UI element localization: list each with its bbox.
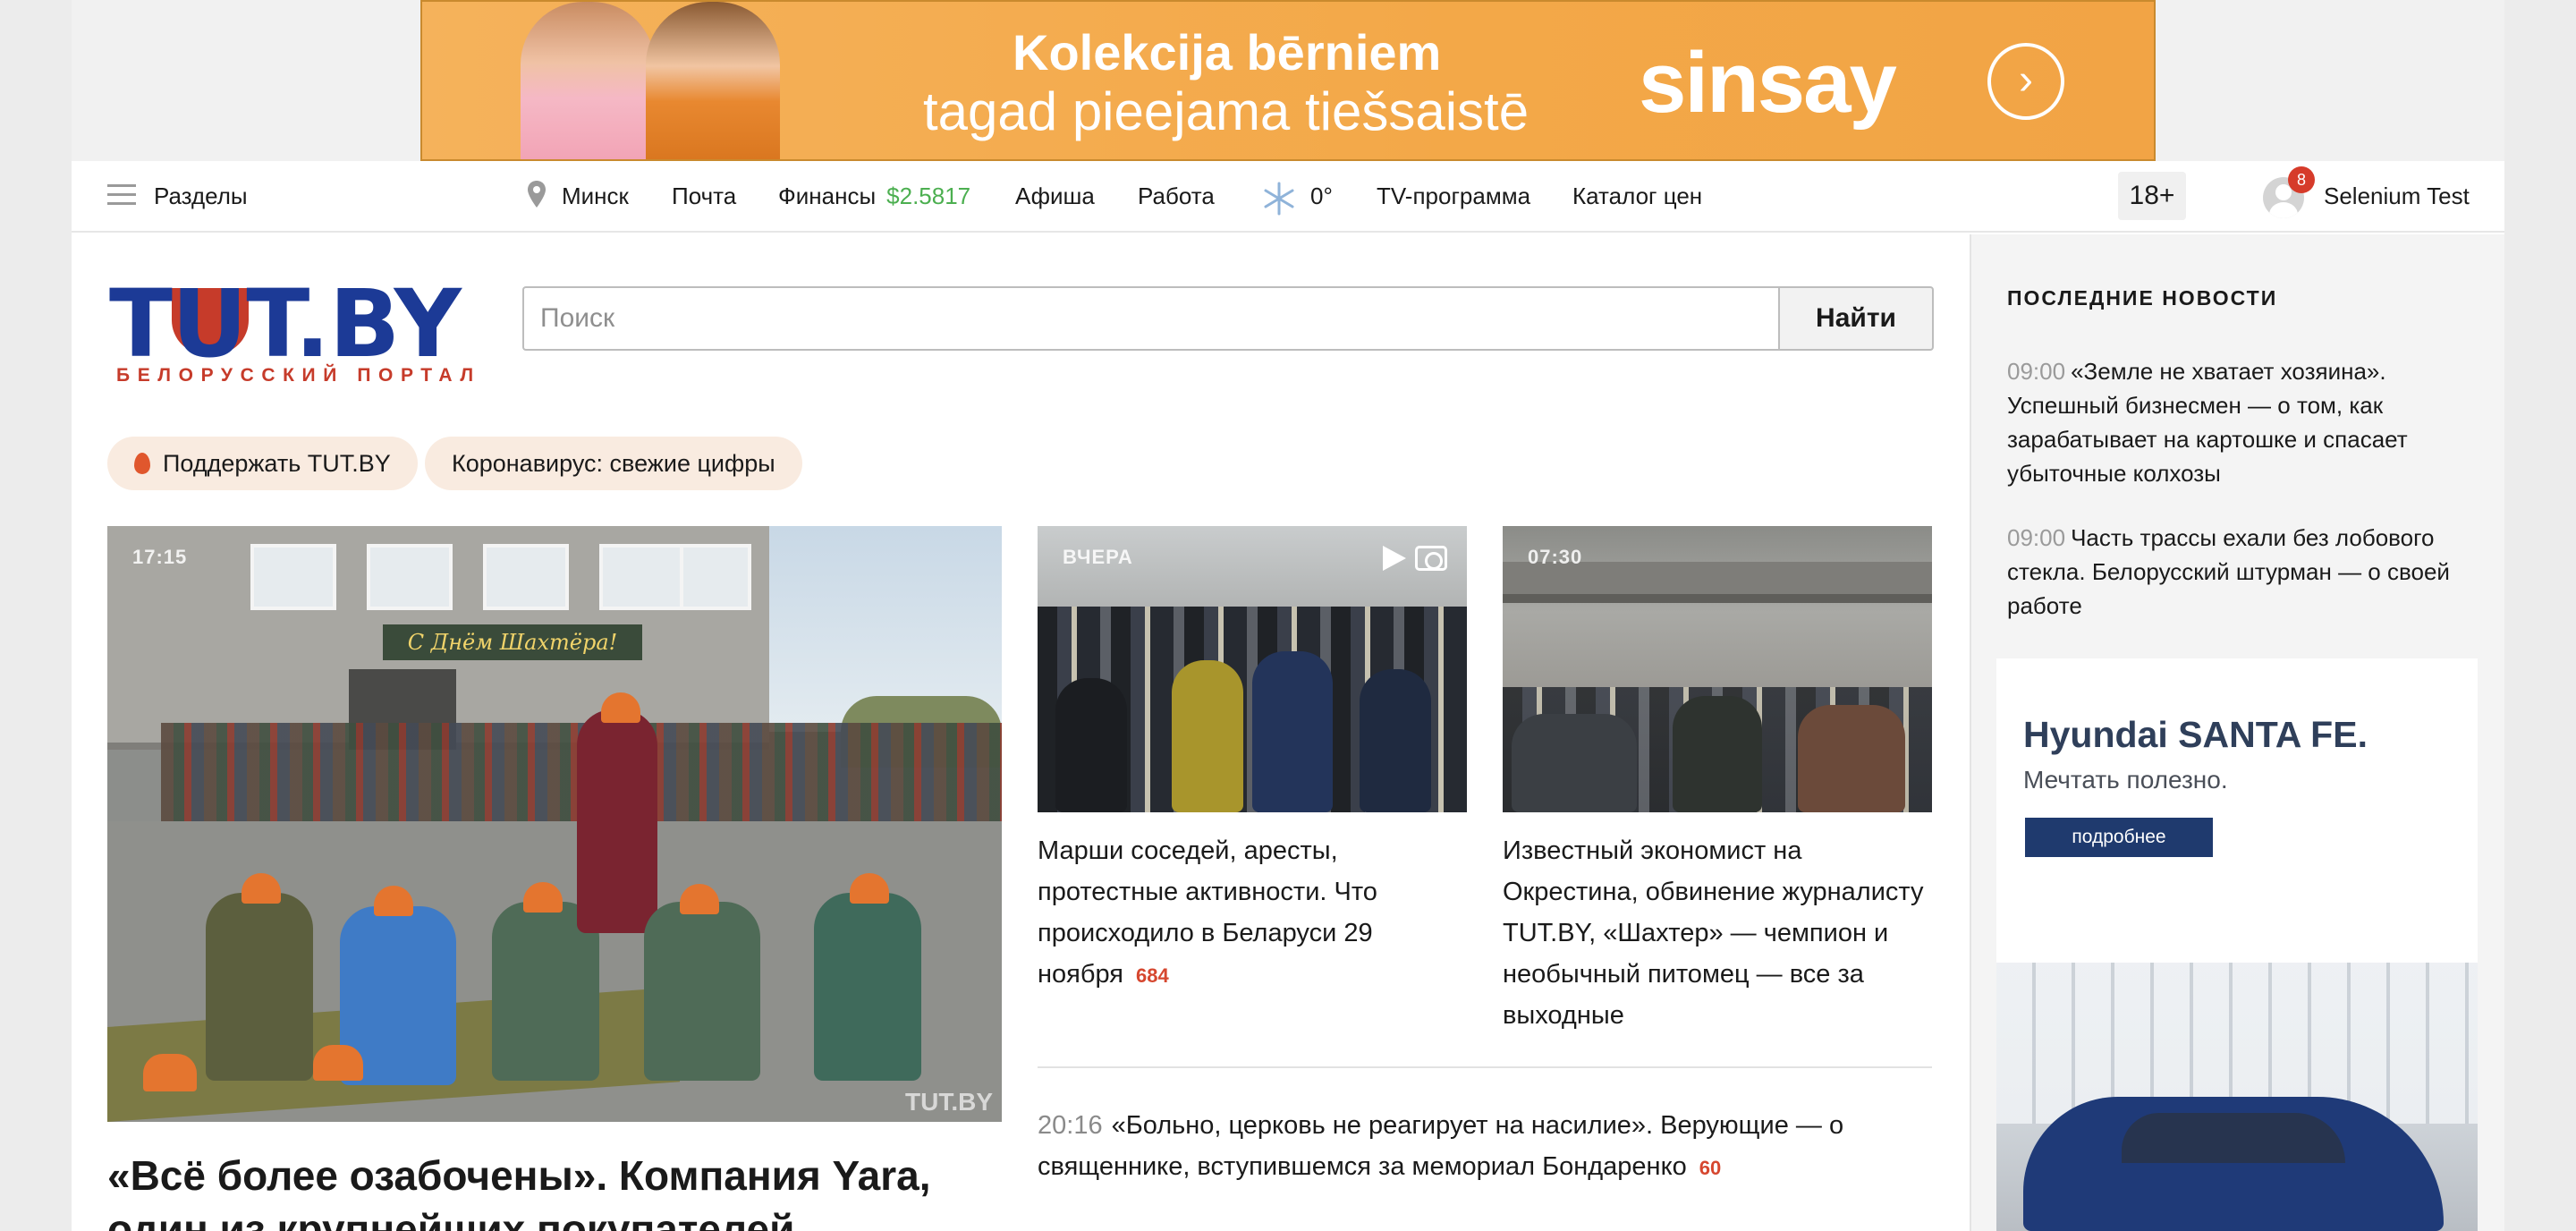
notification-count-badge[interactable]: 8 [2288, 166, 2315, 193]
photo-person [1172, 660, 1243, 812]
sidebar-news-time: 09:00 [2007, 524, 2066, 551]
card-headline: Марши соседей, аресты, протестные активн… [1038, 836, 1377, 989]
photo-camera-icon [1415, 546, 1447, 571]
news-headline: «Больно, церковь не реагирует на насилие… [1038, 1111, 1844, 1181]
nav-finance-label: Финансы [778, 183, 877, 209]
ad-car-subtitle: Мечтать полезно. [2023, 766, 2228, 794]
nav-price-catalog[interactable]: Каталог цен [1572, 161, 1702, 231]
photo-window [599, 544, 685, 610]
photo-worker [577, 709, 657, 933]
main-story-title[interactable]: «Всё более озабочены». Компания Yara, од… [107, 1149, 1002, 1231]
photo-sign: С Днём Шахтёра! [383, 624, 642, 660]
section-divider [1038, 1066, 1932, 1068]
chip-coronavirus[interactable]: Коронавирус: свежие цифры [425, 437, 802, 490]
card-time: 07:30 [1528, 546, 1583, 568]
nav-city[interactable]: Минск [562, 161, 629, 231]
main-story-time: 17:15 [132, 546, 188, 568]
top-banner-ad[interactable]: Kolekcija bērniem tagad pieejama tiešsai… [420, 0, 2156, 161]
photo-watermark: TUT.BY [905, 1088, 993, 1116]
photo-person [1055, 678, 1127, 812]
card-photo-weekend[interactable]: 07:30 [1503, 526, 1932, 812]
nav-finance[interactable]: Финансы $2.5817 [778, 161, 970, 231]
card-photo-marches[interactable]: ВЧЕРА [1038, 526, 1467, 812]
photo-window [680, 544, 751, 610]
nav-work[interactable]: Работа [1138, 161, 1215, 231]
top-ad-area: Kolekcija bērniem tagad pieejama tiešsai… [72, 0, 2504, 161]
comment-count: 60 [1699, 1157, 1722, 1179]
news-time: 20:16 [1038, 1111, 1103, 1140]
card-text-marches[interactable]: Марши соседей, аресты, протестные активн… [1038, 830, 1467, 997]
comment-count: 684 [1135, 964, 1169, 987]
card-text-weekend[interactable]: Известный экономист на Окрестина, обвине… [1503, 830, 1932, 1036]
flame-icon [134, 453, 150, 474]
page: Kolekcija bērniem tagad pieejama tiešsai… [72, 0, 2504, 1231]
chip-support-label: Поддержать TUT.BY [163, 450, 391, 477]
ad-kids-image [503, 2, 789, 159]
sidebar-news-headline: «Земле не хватает хозяина». Успешный биз… [2007, 358, 2408, 487]
search-button[interactable]: Найти [1778, 286, 1934, 351]
photo-person [1360, 669, 1431, 812]
nav-tv[interactable]: TV-программа [1377, 161, 1530, 231]
nav-afisha[interactable]: Афиша [1015, 161, 1095, 231]
photo-person [1673, 696, 1762, 812]
chip-coronavirus-label: Коронавирус: свежие цифры [452, 450, 775, 477]
ad-headline: Kolekcija bērniem [1013, 24, 1442, 81]
menu-icon[interactable] [107, 184, 136, 208]
ad-car-title: Hyundai SANTA FE. [2023, 714, 2368, 755]
sidebar-title: ПОСЛЕДНИЕ НОВОСТИ [2007, 286, 2278, 310]
ad-car-image [1996, 963, 2478, 1231]
photo-window [483, 544, 569, 610]
photo-person [1798, 705, 1905, 812]
photo-helmet [143, 1054, 197, 1091]
ad-details-button[interactable]: подробнее [2025, 818, 2213, 857]
site-logo[interactable]: TUT.BY БЕЛОРУССКИЙ ПОРТАЛ [109, 269, 485, 386]
ad-brand-logo: sinsay [1639, 35, 1897, 131]
top-navigation: Разделы Минск Почта Финансы $2.5817 Афиша… [72, 161, 2504, 233]
photo-person [1252, 651, 1333, 812]
photo-worker [644, 902, 760, 1081]
video-icon [1383, 546, 1406, 571]
ad-kid-girl [521, 2, 655, 159]
card-time: ВЧЕРА [1063, 546, 1133, 568]
ad-arrow-icon[interactable]: › [1987, 43, 2064, 120]
user-name[interactable]: Selenium Test [2324, 161, 2470, 231]
photo-building: С Днём Шахтёра! [107, 526, 769, 750]
snowflake-icon [1264, 182, 1294, 216]
card-headline: Известный экономист на Окрестина, обвине… [1503, 836, 1924, 1030]
location-pin-icon [528, 181, 546, 208]
photo-window [250, 544, 336, 610]
nav-mail[interactable]: Почта [672, 161, 736, 231]
photo-worker [206, 893, 313, 1081]
currency-rate: $2.5817 [886, 183, 971, 209]
age-rating-badge: 18+ [2118, 172, 2186, 220]
ad-car-window [2122, 1113, 2345, 1163]
photo-helmet [313, 1045, 363, 1081]
main-story-photo[interactable]: С Днём Шахтёра! 17:15 TUT.BY [107, 526, 1002, 1122]
sidebar-news-item[interactable]: 09:00 Часть трассы ехали без лобового сте… [2007, 521, 2472, 623]
news-item[interactable]: 20:16 «Больно, церковь не реагирует на на… [1038, 1105, 1896, 1189]
photo-car [1512, 714, 1637, 812]
sidebar-news-time: 09:00 [2007, 358, 2066, 385]
search-input[interactable] [522, 286, 1780, 351]
photo-worker [814, 893, 921, 1081]
sidebar-news-headline: Часть трассы ехали без лобового стекла. … [2007, 524, 2450, 619]
sidebar-car-ad[interactable]: Hyundai SANTA FE. Мечтать полезно. подро… [1996, 658, 2478, 1231]
media-icons [1383, 546, 1447, 571]
nav-sections[interactable]: Разделы [154, 161, 248, 231]
photo-window [367, 544, 453, 610]
sidebar-news-item[interactable]: 09:00 «Земле не хватает хозяина». Успешны… [2007, 354, 2472, 490]
chip-support[interactable]: Поддержать TUT.BY [107, 437, 418, 490]
ad-kid-boy [646, 2, 780, 159]
logo-wordmark: TUT.BY [109, 269, 462, 378]
ad-subheadline: tagad pieejama tiešsaistē [923, 81, 1530, 141]
logo-tagline: БЕЛОРУССКИЙ ПОРТАЛ [116, 365, 481, 386]
nav-weather[interactable]: 0° [1310, 161, 1333, 231]
